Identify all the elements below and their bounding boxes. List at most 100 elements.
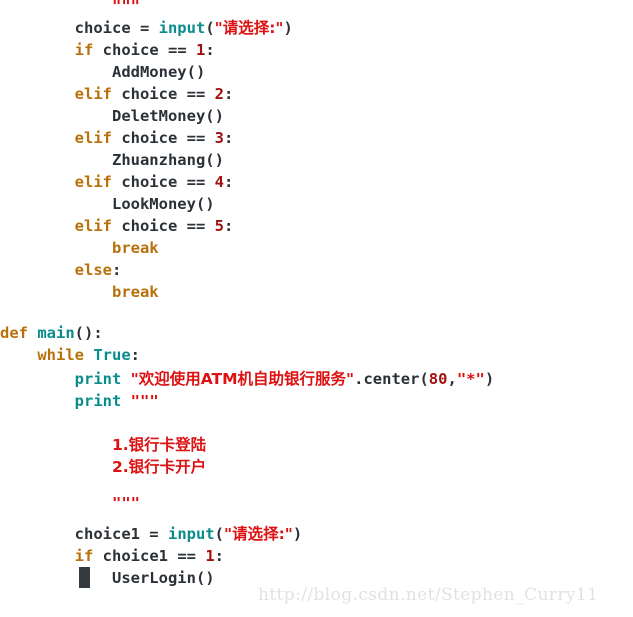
code-line[interactable]: 2.银行卡开户 — [0, 456, 206, 478]
code-token: main — [37, 324, 75, 342]
code-token: ( — [214, 525, 224, 543]
code-line[interactable]: LookMoney() — [0, 193, 215, 215]
code-token: def — [0, 324, 28, 342]
code-line[interactable]: elif choice == 5: — [0, 215, 234, 237]
code-token: 3 — [214, 129, 224, 147]
code-line[interactable]: else: — [0, 259, 122, 281]
code-token: : — [111, 261, 122, 279]
code-token: : — [223, 85, 234, 103]
code-token: choice == — [111, 173, 215, 191]
code-line[interactable]: while True: — [0, 344, 140, 366]
code-line[interactable]: choice = input("请选择:") — [0, 17, 293, 39]
code-token: .center — [354, 370, 420, 388]
code-token: break — [111, 239, 159, 257]
code-token: Zhuanzhang() — [0, 151, 224, 169]
code-line[interactable]: choice1 = input("请选择:") — [0, 523, 303, 545]
code-token: 5 — [214, 217, 224, 235]
code-token: UserLogin() — [0, 569, 215, 587]
code-token: choice == — [111, 217, 215, 235]
code-line[interactable]: DeletMoney() — [0, 105, 224, 127]
code-token: 4 — [214, 173, 224, 191]
code-token: 1.银行卡登陆 — [111, 436, 207, 454]
code-token: input — [158, 19, 206, 37]
code-line[interactable]: """ — [0, 0, 140, 17]
code-token: if — [74, 547, 94, 565]
code-token: "请选择:" — [214, 19, 284, 37]
code-token: 2 — [214, 85, 224, 103]
code-token: True — [93, 346, 131, 364]
code-line[interactable]: if choice == 1: — [0, 39, 215, 61]
code-token: """ — [111, 0, 140, 15]
code-token: : — [205, 41, 215, 59]
code-token: ) — [283, 19, 293, 37]
code-token: choice1 = — [0, 525, 168, 543]
code-token: break — [111, 283, 159, 301]
code-token: DeletMoney() — [0, 107, 224, 125]
code-line[interactable]: Zhuanzhang() — [0, 149, 224, 171]
code-token: while — [37, 346, 84, 364]
code-token: elif — [74, 85, 112, 103]
code-token: else — [74, 261, 112, 279]
code-token: choice1 == — [93, 547, 206, 565]
code-line[interactable]: """ — [0, 492, 140, 514]
code-line[interactable]: UserLogin() — [0, 567, 215, 589]
code-token: 1 — [195, 41, 206, 59]
code-token: "*" — [456, 370, 485, 388]
code-token: choice == — [111, 129, 215, 147]
code-token: """ — [130, 392, 159, 410]
code-token: 1 — [205, 547, 215, 565]
code-line[interactable]: print """ — [0, 390, 159, 412]
code-token: : — [130, 346, 141, 364]
code-token: choice == — [111, 85, 215, 103]
code-line[interactable]: 1.银行卡登陆 — [0, 434, 206, 456]
code-line[interactable]: AddMoney() — [0, 61, 205, 83]
code-line[interactable]: elif choice == 3: — [0, 127, 234, 149]
code-line[interactable]: def main(): — [0, 322, 103, 344]
code-token: "请选择:" — [224, 525, 293, 543]
code-token: elif — [74, 217, 112, 235]
watermark-url: http://blog.csdn.net/Stephen_Curry11 — [258, 585, 599, 605]
code-token: "欢迎使用ATM机自助银行服务" — [130, 370, 355, 388]
code-token: AddMoney() — [0, 63, 206, 81]
code-token: ) — [292, 525, 303, 543]
code-token: elif — [74, 173, 112, 191]
code-token: ) — [484, 370, 495, 388]
code-token: input — [167, 525, 215, 543]
code-token: : — [223, 173, 234, 191]
code-token: 2.银行卡开户 — [111, 458, 207, 476]
code-line[interactable]: elif choice == 2: — [0, 83, 234, 105]
text-cursor-block — [79, 567, 90, 588]
code-line[interactable]: if choice1 == 1: — [0, 545, 224, 567]
code-token: LookMoney() — [0, 195, 215, 213]
code-token: """ — [111, 494, 140, 512]
code-token: ( — [419, 370, 429, 388]
code-token: : — [223, 217, 234, 235]
code-line[interactable]: elif choice == 4: — [0, 171, 234, 193]
code-token: 80 — [428, 370, 448, 388]
code-line[interactable]: print "欢迎使用ATM机自助银行服务".center(80,"*") — [0, 368, 495, 390]
code-token: : — [223, 129, 234, 147]
code-editor-viewport[interactable]: """ choice = input("请选择:") if choice == … — [0, 0, 633, 617]
code-token: elif — [74, 129, 112, 147]
code-token: ( — [205, 19, 215, 37]
code-token: , — [447, 370, 457, 388]
code-line[interactable]: break — [0, 281, 159, 303]
code-line[interactable]: break — [0, 237, 159, 259]
